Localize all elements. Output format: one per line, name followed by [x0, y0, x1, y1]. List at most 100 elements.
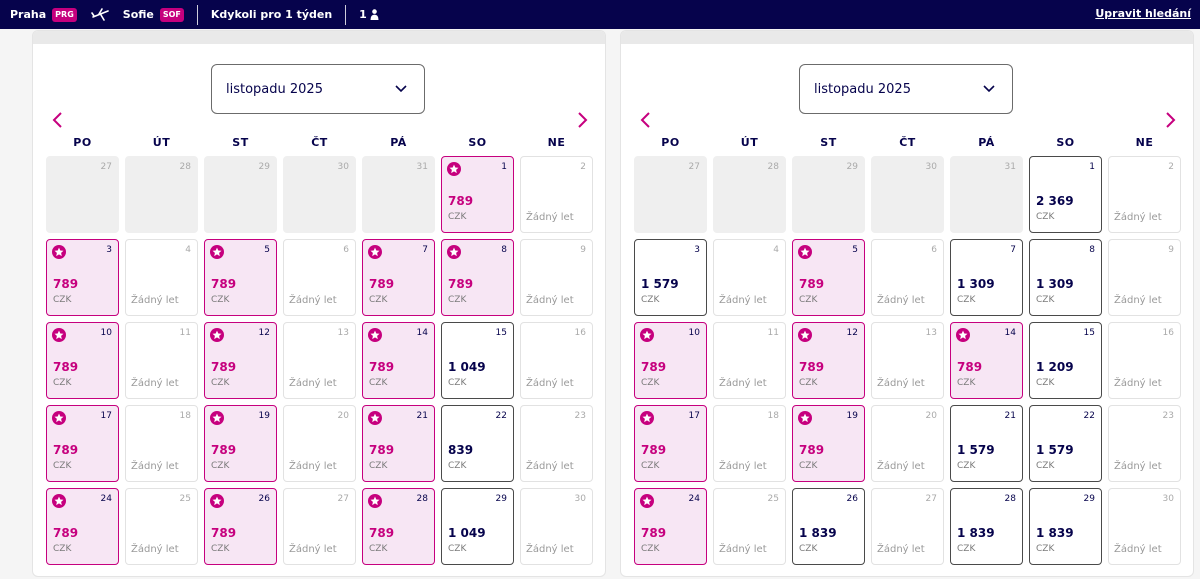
calendar-day: 30: [871, 156, 944, 233]
day-price: 789: [799, 360, 825, 374]
no-flight-label: Žádný let: [289, 461, 337, 472]
weekday-label: PO: [73, 136, 92, 149]
currency-label: CZK: [211, 461, 230, 471]
no-flight-label: Žádný let: [526, 378, 574, 389]
edit-search-link[interactable]: Upravit hledání: [1095, 7, 1191, 20]
day-number: 15: [495, 328, 507, 338]
calendar-day[interactable]: 7 1 309 CZK: [950, 239, 1023, 316]
calendar-day[interactable]: 1 2 369 CZK: [1029, 156, 1102, 233]
no-flight-label: Žádný let: [289, 378, 337, 389]
weekday-label: SO: [468, 136, 487, 149]
calendar-day[interactable]: 19 789 CZK: [792, 405, 865, 482]
calendar-day[interactable]: 24 789 CZK: [634, 488, 707, 565]
weekday-label: PÁ: [390, 136, 407, 149]
month-select[interactable]: listopadu 2025: [799, 64, 1013, 114]
calendar-day[interactable]: 29 1 049 CZK: [441, 488, 514, 565]
calendar-day: 18 Žádný let: [125, 405, 198, 482]
calendar-day[interactable]: 28 789 CZK: [362, 488, 435, 565]
calendar-day[interactable]: 14 789 CZK: [362, 322, 435, 399]
next-month-button[interactable]: [1163, 111, 1177, 129]
calendar-day[interactable]: 8 789 CZK: [441, 239, 514, 316]
calendar-day[interactable]: 17 789 CZK: [46, 405, 119, 482]
calendar-day[interactable]: 29 1 839 CZK: [1029, 488, 1102, 565]
calendar-day: 27: [634, 156, 707, 233]
calendar-day[interactable]: 10 789 CZK: [46, 322, 119, 399]
calendar-day[interactable]: 26 789 CZK: [204, 488, 277, 565]
day-number: 16: [574, 328, 586, 338]
calendar-day[interactable]: 22 1 579 CZK: [1029, 405, 1102, 482]
calendar-day[interactable]: 26 1 839 CZK: [792, 488, 865, 565]
weekday-label: NE: [547, 136, 566, 149]
calendar-day[interactable]: 12 789 CZK: [792, 322, 865, 399]
calendar-day[interactable]: 19 789 CZK: [204, 405, 277, 482]
day-price: 1 309: [957, 277, 995, 291]
calendar-day[interactable]: 5 789 CZK: [204, 239, 277, 316]
day-price: 789: [211, 360, 237, 374]
day-number: 12: [846, 328, 858, 338]
currency-label: CZK: [799, 295, 818, 305]
calendar-day[interactable]: 21 789 CZK: [362, 405, 435, 482]
no-flight-label: Žádný let: [877, 295, 925, 306]
currency-label: CZK: [448, 378, 467, 388]
calendar-day[interactable]: 15 1 049 CZK: [441, 322, 514, 399]
day-number: 15: [1083, 328, 1095, 338]
calendar-day[interactable]: 8 1 309 CZK: [1029, 239, 1102, 316]
day-number: 30: [925, 162, 937, 172]
calendar-day[interactable]: 15 1 209 CZK: [1029, 322, 1102, 399]
plane-icon: [90, 7, 111, 22]
no-flight-label: Žádný let: [131, 461, 179, 472]
day-number: 31: [416, 162, 428, 172]
day-price: 1 579: [1036, 443, 1074, 457]
star-icon: [52, 328, 66, 342]
day-number: 24: [100, 494, 112, 504]
star-icon: [368, 245, 382, 259]
previous-month-button[interactable]: [639, 111, 653, 129]
currency-label: CZK: [641, 461, 660, 471]
no-flight-label: Žádný let: [1114, 461, 1162, 472]
day-price: 789: [641, 443, 667, 457]
weekday-label: SO: [1056, 136, 1075, 149]
day-number: 16: [1162, 328, 1174, 338]
calendar-day[interactable]: 10 789 CZK: [634, 322, 707, 399]
day-number: 27: [337, 494, 349, 504]
calendar-day[interactable]: 17 789 CZK: [634, 405, 707, 482]
star-icon: [640, 411, 654, 425]
star-icon: [798, 328, 812, 342]
calendar-day[interactable]: 28 1 839 CZK: [950, 488, 1023, 565]
calendar-day[interactable]: 3 1 579 CZK: [634, 239, 707, 316]
calendar-day[interactable]: 1 789 CZK: [441, 156, 514, 233]
calendar-day[interactable]: 21 1 579 CZK: [950, 405, 1023, 482]
star-icon: [368, 328, 382, 342]
calendar-day[interactable]: 5 789 CZK: [792, 239, 865, 316]
day-price: 789: [369, 360, 395, 374]
calendar-day[interactable]: 24 789 CZK: [46, 488, 119, 565]
day-number: 7: [1010, 245, 1016, 255]
calendar-day: 20 Žádný let: [871, 405, 944, 482]
currency-label: CZK: [799, 461, 818, 471]
calendar-day[interactable]: 7 789 CZK: [362, 239, 435, 316]
calendar-day[interactable]: 22 839 CZK: [441, 405, 514, 482]
calendar-day: 29: [204, 156, 277, 233]
calendar-day[interactable]: 14 789 CZK: [950, 322, 1023, 399]
calendar-day: 4 Žádný let: [125, 239, 198, 316]
month-select[interactable]: listopadu 2025: [211, 64, 425, 114]
calendar-day: 28: [125, 156, 198, 233]
currency-label: CZK: [211, 544, 230, 554]
calendar-day: 31: [362, 156, 435, 233]
day-price: 789: [641, 526, 667, 540]
star-icon: [210, 494, 224, 508]
day-price: 789: [641, 360, 667, 374]
date-summary: Kdykoli pro 1 týden: [210, 8, 333, 21]
calendar-day: 27: [46, 156, 119, 233]
currency-label: CZK: [448, 295, 467, 305]
next-month-button[interactable]: [575, 111, 589, 129]
calendar-day[interactable]: 12 789 CZK: [204, 322, 277, 399]
currency-label: CZK: [369, 295, 388, 305]
calendar-day[interactable]: 3 789 CZK: [46, 239, 119, 316]
calendar-day: 6 Žádný let: [871, 239, 944, 316]
weekday-label: ČT: [311, 136, 328, 149]
month-select-value: listopadu 2025: [226, 81, 323, 97]
day-number: 19: [846, 411, 858, 421]
previous-month-button[interactable]: [51, 111, 65, 129]
day-number: 9: [580, 245, 586, 255]
